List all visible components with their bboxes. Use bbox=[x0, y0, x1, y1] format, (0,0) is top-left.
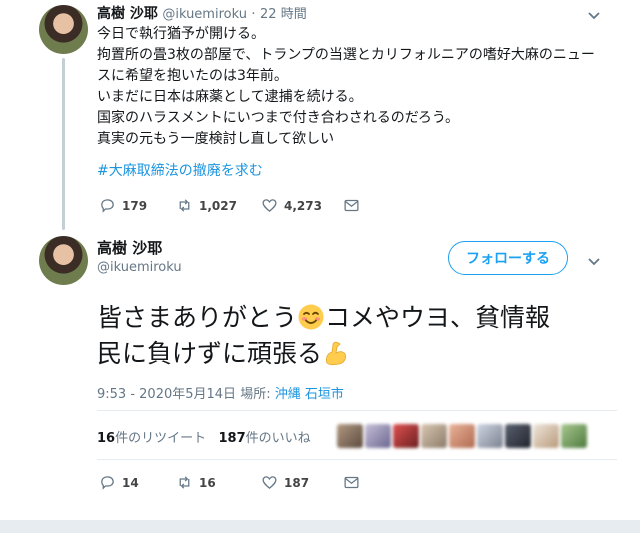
author-handle[interactable]: @ikuemiroku bbox=[162, 7, 247, 22]
tweet1-header: 高樹 沙耶 @ikuemiroku · 22 時間 bbox=[97, 3, 307, 23]
dm-button[interactable] bbox=[343, 474, 360, 491]
smiling-face-emoji bbox=[298, 304, 324, 330]
like-count: 4,273 bbox=[284, 198, 322, 213]
tweet-line: スに希望を抱いたのは3年前。 bbox=[97, 68, 288, 84]
divider bbox=[97, 459, 617, 460]
chevron-down-icon[interactable] bbox=[587, 7, 601, 21]
retweet-button[interactable]: 1,027 bbox=[176, 197, 261, 214]
reply-button[interactable]: 14 bbox=[99, 474, 176, 491]
tweet-line: 国家のハラスメントにいつまで付き合わされるのだろう。 bbox=[97, 110, 460, 126]
tweet1-text: 今日で執行猶予が開ける。 拘置所の畳3枚の部屋で、トランプの当選とカリフォルニア… bbox=[97, 24, 617, 150]
reply-button[interactable]: 179 bbox=[99, 197, 176, 214]
tweet-text-segment: コメやウヨ、貧情報 bbox=[325, 303, 551, 332]
tweet-line: 今日で執行猶予が開ける。 bbox=[97, 26, 265, 42]
heart-icon bbox=[262, 476, 277, 489]
envelope-icon bbox=[344, 199, 359, 212]
liker-avatar[interactable] bbox=[365, 424, 391, 448]
author-name[interactable]: 高樹 沙耶 bbox=[97, 237, 162, 258]
retweet-icon bbox=[179, 199, 190, 212]
envelope-icon bbox=[344, 476, 359, 489]
reply-count: 14 bbox=[122, 475, 139, 490]
retweet-count: 16 bbox=[199, 475, 216, 490]
tweet-text-segment: 皆さまありがとう bbox=[97, 303, 298, 332]
chevron-down-icon[interactable] bbox=[587, 253, 601, 267]
like-count: 187 bbox=[284, 475, 310, 490]
liker-avatar[interactable] bbox=[421, 424, 447, 448]
thread-connector bbox=[62, 58, 65, 230]
tweet-line: 真実の元もう一度検討し直して欲しい bbox=[97, 131, 335, 147]
avatar[interactable] bbox=[39, 5, 88, 54]
like-button[interactable]: 4,273 bbox=[261, 197, 343, 214]
reply-icon bbox=[101, 199, 114, 213]
liker-avatar[interactable] bbox=[533, 424, 559, 448]
author-name[interactable]: 高樹 沙耶 bbox=[97, 6, 158, 22]
tweet-line: 皆さまありがとう コメやウヨ、貧情報 bbox=[97, 300, 627, 336]
retweet-stat-label: 件のリツイート bbox=[115, 431, 207, 446]
hashtag-link[interactable]: #大麻取締法の撤廃を求む bbox=[97, 160, 263, 180]
divider bbox=[97, 410, 617, 411]
tweet-meta: 9:53 - 2020年5月14日 場所: 沖縄 石垣市 bbox=[97, 383, 344, 402]
location-link[interactable]: 沖縄 石垣市 bbox=[275, 387, 344, 402]
liker-avatar[interactable] bbox=[449, 424, 475, 448]
liker-avatar[interactable] bbox=[561, 424, 587, 448]
retweet-button[interactable]: 16 bbox=[176, 474, 261, 491]
liker-avatars bbox=[337, 424, 587, 448]
tweet-line: いまだに日本は麻薬として逮捕を続ける。 bbox=[97, 89, 363, 105]
tweet2-actions: 14 16 187 bbox=[99, 474, 360, 491]
avatar[interactable] bbox=[39, 236, 88, 285]
retweet-stat-count: 16 bbox=[97, 431, 116, 446]
page-footer-band bbox=[0, 520, 640, 533]
reply-icon bbox=[101, 476, 114, 490]
liker-avatar[interactable] bbox=[477, 424, 503, 448]
heart-icon bbox=[262, 199, 277, 212]
retweet-icon bbox=[179, 476, 190, 489]
tweet-timestamp[interactable]: 22 時間 bbox=[260, 7, 307, 22]
tweet-timestamp[interactable]: 9:53 - 2020年5月14日 bbox=[97, 387, 236, 402]
dm-button[interactable] bbox=[343, 197, 360, 214]
like-stat[interactable]: 187件のいいね bbox=[219, 431, 311, 446]
like-stat-count: 187 bbox=[218, 431, 246, 446]
like-button[interactable]: 187 bbox=[261, 474, 343, 491]
liker-avatar[interactable] bbox=[505, 424, 531, 448]
location-label: 場所: bbox=[240, 387, 271, 402]
separator-dot: · bbox=[251, 7, 256, 22]
reply-count: 179 bbox=[122, 198, 148, 213]
like-stat-label: 件のいいね bbox=[245, 431, 311, 446]
tweet-line: 民に負けずに頑張る bbox=[97, 336, 627, 372]
tweet-line: 拘置所の畳3枚の部屋で、トランプの当選とカリフォルニアの嗜好大麻のニュー bbox=[97, 47, 595, 63]
author-handle[interactable]: @ikuemiroku bbox=[97, 260, 182, 275]
liker-avatar[interactable] bbox=[337, 424, 363, 448]
tweet1-actions: 179 1,027 4,273 bbox=[99, 197, 360, 214]
follow-button[interactable]: フォローする bbox=[448, 241, 568, 275]
flexed-biceps-emoji bbox=[325, 341, 347, 366]
liker-avatar[interactable] bbox=[393, 424, 419, 448]
engagement-stats: 16件のリツイート 187件のいいね bbox=[97, 427, 311, 446]
tweet-text-segment: 民に負けずに頑張る bbox=[97, 339, 323, 368]
retweet-stat[interactable]: 16件のリツイート bbox=[97, 431, 206, 446]
retweet-count: 1,027 bbox=[199, 198, 237, 213]
tweet2-text: 皆さまありがとう コメやウヨ、貧情報 民に負けずに頑張る bbox=[97, 300, 627, 372]
